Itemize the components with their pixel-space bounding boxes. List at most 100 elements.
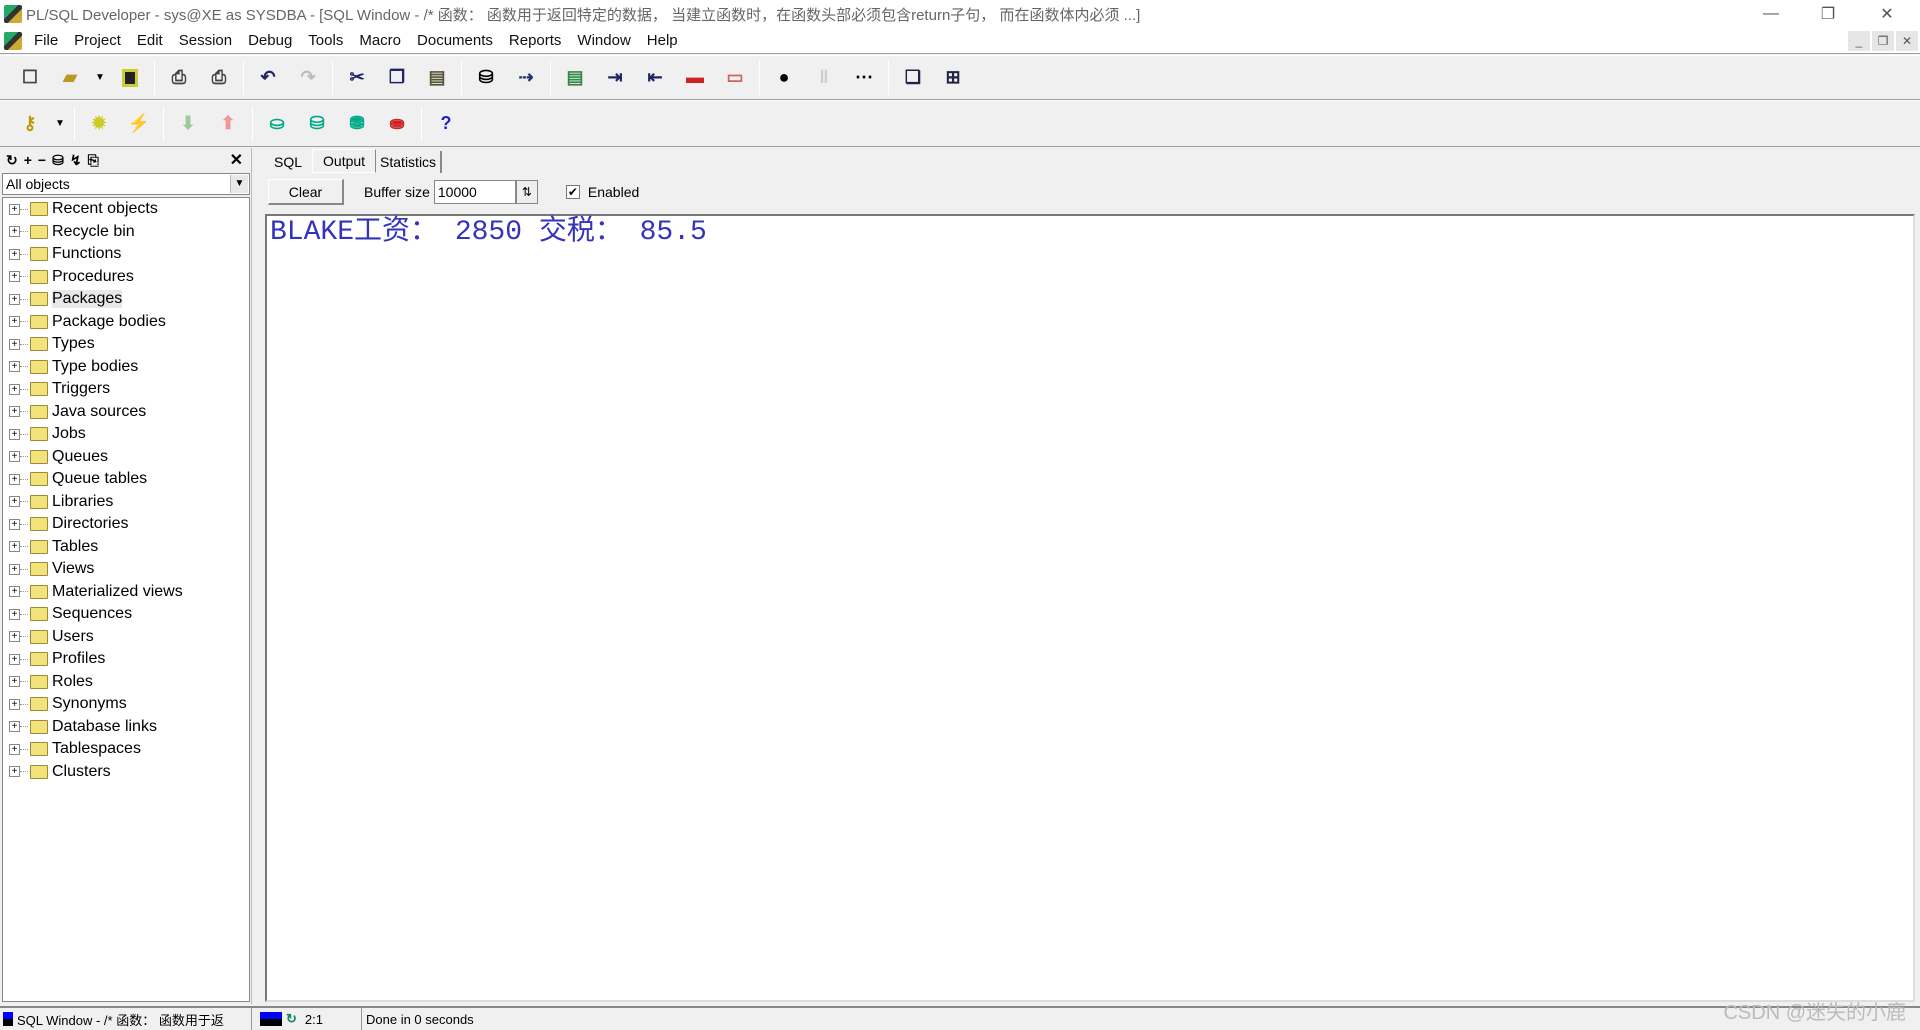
tree-node[interactable]: + Materialized views [3, 581, 249, 604]
new-icon[interactable]: ☐ [17, 65, 43, 91]
tree-node[interactable]: + Sequences [3, 603, 249, 626]
folder-filter-icon[interactable]: ⎘ [88, 152, 99, 169]
tree-node[interactable]: + Synonyms [3, 693, 249, 716]
export-icon[interactable]: ⬆ [215, 111, 241, 137]
find-next-icon[interactable]: ⇢ [513, 65, 539, 91]
tab-sql[interactable]: SQL [264, 151, 312, 173]
mdi-restore-button[interactable]: ❐ [1872, 31, 1894, 51]
redo-icon[interactable]: ↷ [295, 65, 321, 91]
mdi-app-icon[interactable] [4, 31, 22, 50]
expand-icon[interactable]: + [9, 451, 20, 463]
expand-icon[interactable]: + [9, 563, 20, 575]
tree-node[interactable]: + Tablespaces [3, 738, 249, 761]
tree-node[interactable]: + Users [3, 626, 249, 649]
expand-icon[interactable]: + [9, 586, 20, 598]
tree-node[interactable]: + Libraries [3, 491, 249, 514]
menu-session[interactable]: Session [171, 32, 240, 49]
tree-node[interactable]: + Roles [3, 671, 249, 694]
tree-node[interactable]: + Recycle bin [3, 221, 249, 244]
find-db-objects-icon[interactable]: ⛃ [344, 111, 370, 137]
play-macro-icon[interactable]: ⋯ [851, 65, 877, 91]
find-icon[interactable]: ⛁ [473, 65, 499, 91]
menu-edit[interactable]: Edit [129, 32, 171, 49]
comment-icon[interactable]: ▬ [682, 65, 708, 91]
menu-window[interactable]: Window [569, 32, 638, 49]
expand-icon[interactable]: + [9, 766, 20, 778]
expand-icon[interactable]: + [9, 743, 20, 755]
open-icon[interactable]: ▰ [57, 65, 83, 91]
open-dropdown-icon[interactable]: ▼ [94, 65, 106, 91]
expand-icon[interactable]: + [9, 383, 20, 395]
expand-icon[interactable]: + [9, 496, 20, 508]
expand-icon[interactable]: + [9, 271, 20, 283]
chevron-down-icon[interactable]: ▼ [230, 175, 248, 193]
close-button[interactable]: ✕ [1864, 0, 1910, 28]
object-tree[interactable]: + Recent objects + Recycle bin + Functions + Pr… [2, 197, 250, 1002]
sql-db-icon[interactable]: ⛁ [304, 111, 330, 137]
menu-tools[interactable]: Tools [300, 32, 351, 49]
restore-button[interactable]: ❐ [1805, 0, 1851, 28]
expand-icon[interactable]: + [9, 226, 20, 238]
clear-button[interactable]: Clear [268, 179, 344, 205]
expand-icon[interactable]: + [9, 608, 20, 620]
tree-node[interactable]: + Package bodies [3, 311, 249, 334]
uncomment-icon[interactable]: ▭ [722, 65, 748, 91]
expand-icon[interactable]: + [9, 721, 20, 733]
expand-icon[interactable]: + [9, 361, 20, 373]
minimize-button[interactable]: — [1748, 0, 1794, 28]
mdi-close-button[interactable]: ✕ [1896, 31, 1918, 51]
remove-icon[interactable]: − [38, 152, 46, 168]
find-icon[interactable]: ⛁ [52, 152, 64, 169]
tile-windows-icon[interactable]: ⊞ [940, 65, 966, 91]
key-icon[interactable]: ⚷ [17, 111, 43, 137]
menu-debug[interactable]: Debug [240, 32, 300, 49]
close-panel-icon[interactable]: ✕ [230, 150, 243, 170]
expand-icon[interactable]: + [9, 541, 20, 553]
menu-macro[interactable]: Macro [351, 32, 409, 49]
expand-icon[interactable]: + [9, 631, 20, 643]
tree-node[interactable]: + Java sources [3, 401, 249, 424]
tree-node[interactable]: + Procedures [3, 266, 249, 289]
tree-node[interactable]: + Packages [3, 288, 249, 311]
tree-node[interactable]: + Database links [3, 716, 249, 739]
tree-node[interactable]: + Directories [3, 513, 249, 536]
tree-node[interactable]: + Type bodies [3, 356, 249, 379]
expand-icon[interactable]: + [9, 203, 20, 215]
refresh-icon[interactable]: ↻ [6, 152, 18, 169]
tree-node[interactable]: + Recent objects [3, 198, 249, 221]
mdi-minimize-button[interactable]: _ [1848, 31, 1870, 51]
menu-documents[interactable]: Documents [409, 32, 501, 49]
paste-icon[interactable]: ▤ [424, 65, 450, 91]
copy-icon[interactable]: ❐ [384, 65, 410, 91]
add-icon[interactable]: + [24, 152, 32, 168]
break-icon[interactable]: ⚡ [126, 111, 152, 137]
tree-node[interactable]: + Functions [3, 243, 249, 266]
unindent-icon[interactable]: ⇤ [642, 65, 668, 91]
tree-node[interactable]: + Types [3, 333, 249, 356]
tab-output[interactable]: Output [312, 149, 377, 173]
expand-icon[interactable]: + [9, 676, 20, 688]
pause-macro-icon[interactable]: ‖ [811, 65, 837, 91]
import-icon[interactable]: ⬇ [175, 111, 201, 137]
expand-icon[interactable]: + [9, 316, 20, 328]
expand-icon[interactable]: + [9, 518, 20, 530]
save-icon[interactable] [117, 65, 143, 91]
expand-icon[interactable]: + [9, 698, 20, 710]
menu-project[interactable]: Project [66, 32, 129, 49]
help-icon[interactable]: ? [433, 111, 459, 137]
menu-help[interactable]: Help [639, 32, 686, 49]
expand-icon[interactable]: + [9, 248, 20, 260]
tree-node[interactable]: + Queues [3, 446, 249, 469]
print-setup-icon[interactable]: ⎙ [206, 65, 232, 91]
expand-icon[interactable]: + [9, 338, 20, 350]
spinner-icon[interactable]: ⇅ [515, 180, 538, 204]
print-icon[interactable]: ⎙ [166, 65, 192, 91]
execute-icon[interactable]: ▤ [562, 65, 588, 91]
expand-icon[interactable]: + [9, 653, 20, 665]
compile-gear-icon[interactable]: ✹ [86, 111, 112, 137]
refresh-icon[interactable]: ↻ [286, 1011, 297, 1027]
enabled-checkbox[interactable]: ✔ [565, 185, 580, 199]
record-macro-icon[interactable]: ● [771, 65, 797, 91]
recompile-db-icon[interactable]: ⛂ [384, 111, 410, 137]
buffer-size-input[interactable]: 10000 [433, 180, 516, 204]
